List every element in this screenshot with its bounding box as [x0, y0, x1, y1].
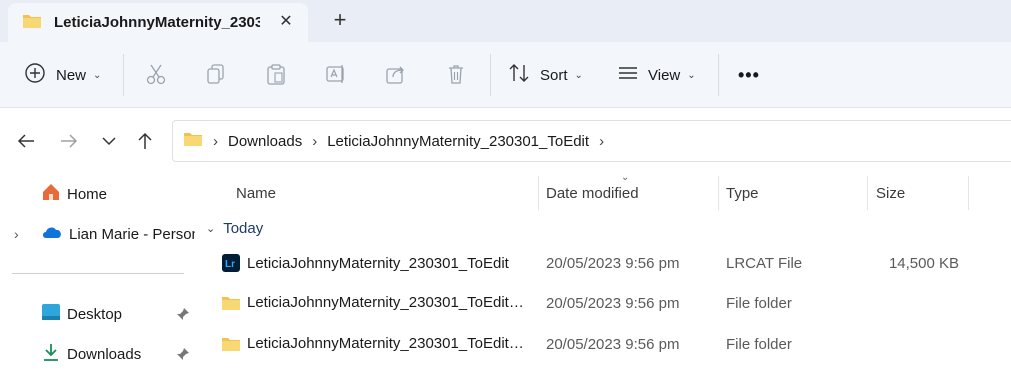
- column-header-size[interactable]: Size: [876, 176, 966, 210]
- column-divider[interactable]: [968, 176, 969, 210]
- divider: [12, 273, 184, 274]
- sort-icon: [508, 63, 530, 87]
- folder-icon: [221, 283, 241, 323]
- pin-icon[interactable]: [176, 347, 190, 361]
- file-name: LeticiaJohnnyMaternity_230301_ToEdit Sma…: [247, 294, 527, 311]
- divider: [718, 54, 719, 96]
- add-circle-icon: [24, 62, 46, 88]
- file-date: 20/05/2023 9:56 pm: [546, 254, 680, 272]
- sidebar-item-label: Lian Marie - Personal: [69, 225, 195, 243]
- back-arrow-icon[interactable]: [15, 130, 37, 152]
- chevron-right-icon[interactable]: ›: [14, 226, 28, 242]
- chevron-right-icon: ›: [213, 132, 218, 150]
- view-list-icon: [618, 65, 638, 85]
- chevron-right-icon: ›: [312, 132, 318, 150]
- new-button[interactable]: New ⌄: [24, 62, 101, 88]
- file-name: LeticiaJohnnyMaternity_230301_ToEdit: [247, 254, 509, 272]
- column-header-date[interactable]: Date modified: [546, 176, 716, 210]
- column-divider[interactable]: [538, 176, 539, 210]
- column-header-type[interactable]: Type: [726, 176, 866, 210]
- sidebar-item-downloads[interactable]: Downloads: [0, 340, 196, 368]
- tab-active[interactable]: LeticiaJohnnyMaternity_230301 ✕: [8, 3, 308, 42]
- column-header-name[interactable]: Name: [236, 176, 536, 210]
- view-label: View: [648, 66, 681, 84]
- file-name: LeticiaJohnnyMaternity_230301_ToEdit.lrc…: [247, 335, 527, 352]
- file-size: 14,500 KB: [888, 254, 959, 272]
- sidebar-item-label: Downloads: [67, 345, 142, 363]
- tab-title: LeticiaJohnnyMaternity_230301: [54, 14, 260, 31]
- file-size: [876, 324, 959, 364]
- svg-text:Lr: Lr: [225, 259, 235, 270]
- folder-icon: [221, 324, 241, 364]
- group-label: Today: [223, 219, 264, 237]
- file-type: File folder: [726, 335, 792, 353]
- chevron-down-icon: ⌄: [93, 69, 102, 81]
- sidebar-item-onedrive[interactable]: › Lian Marie - Personal: [0, 220, 196, 248]
- command-bar: New ⌄ Sort ⌄ View ⌄ •••: [0, 42, 1011, 108]
- forward-arrow-icon[interactable]: [58, 130, 80, 152]
- chevron-right-icon[interactable]: ›: [599, 133, 604, 150]
- sort-button[interactable]: Sort ⌄: [508, 62, 583, 88]
- divider: [123, 54, 124, 96]
- sidebar-item-desktop[interactable]: Desktop: [0, 300, 196, 328]
- tab-strip: LeticiaJohnnyMaternity_230301 ✕ +: [0, 0, 1011, 42]
- share-icon[interactable]: [384, 62, 408, 86]
- desktop-icon: [41, 303, 61, 325]
- file-type: LRCAT File: [726, 254, 803, 272]
- new-label: New: [56, 66, 87, 84]
- file-date: 20/05/2023 9:56 pm: [546, 294, 680, 312]
- close-icon[interactable]: ✕: [278, 14, 294, 30]
- address-bar[interactable]: › Downloads › LeticiaJohnnyMaternity_230…: [172, 120, 1011, 162]
- navigation-pane: Home › Lian Marie - Personal Desktop Dow…: [0, 172, 196, 383]
- file-size: [876, 283, 959, 323]
- divider: [490, 54, 491, 96]
- view-button[interactable]: View ⌄: [618, 62, 696, 88]
- rename-icon[interactable]: [324, 62, 348, 86]
- table-row[interactable]: Lr LeticiaJohnnyMaternity_230301_ToEdit …: [196, 243, 1011, 283]
- lightroom-icon: Lr: [222, 243, 240, 283]
- folder-icon: [183, 131, 203, 151]
- chevron-down-icon: ⌄: [206, 222, 216, 235]
- sidebar-item-label: Desktop: [67, 305, 123, 323]
- table-row[interactable]: LeticiaJohnnyMaternity_230301_ToEdit Sma…: [196, 283, 1011, 323]
- column-divider[interactable]: [718, 176, 719, 210]
- home-icon: [41, 182, 61, 206]
- file-list: Name ⌄ Date modified Type Size ⌄ Today L…: [196, 172, 1011, 383]
- sidebar-item-home[interactable]: Home: [0, 180, 196, 208]
- delete-icon[interactable]: [444, 62, 468, 86]
- table-row[interactable]: LeticiaJohnnyMaternity_230301_ToEdit.lrc…: [196, 324, 1011, 364]
- download-arrow-icon: [41, 342, 61, 366]
- file-type: File folder: [726, 294, 792, 312]
- folder-icon: [22, 13, 42, 33]
- column-divider[interactable]: [867, 176, 868, 210]
- up-arrow-icon[interactable]: [134, 130, 156, 152]
- more-options-button[interactable]: •••: [738, 62, 760, 88]
- recent-locations-chevron-icon[interactable]: [98, 130, 120, 152]
- file-date: 20/05/2023 9:56 pm: [546, 335, 680, 353]
- sort-label: Sort: [540, 66, 568, 84]
- chevron-down-icon: ⌄: [574, 69, 583, 81]
- breadcrumb-downloads[interactable]: Downloads: [228, 133, 302, 150]
- chevron-down-icon: ⌄: [687, 69, 696, 81]
- group-header-today[interactable]: ⌄ Today: [206, 218, 263, 238]
- cut-icon[interactable]: [144, 62, 168, 86]
- navigation-row: › Downloads › LeticiaJohnnyMaternity_230…: [0, 108, 1011, 172]
- sidebar-item-label: Home: [67, 185, 108, 203]
- plus-icon[interactable]: +: [330, 9, 350, 31]
- pin-icon[interactable]: [176, 307, 190, 321]
- breadcrumb-current-folder[interactable]: LeticiaJohnnyMaternity_230301_ToEdit: [327, 133, 589, 150]
- copy-icon[interactable]: [204, 62, 228, 86]
- cloud-icon: [41, 225, 63, 243]
- paste-icon[interactable]: [264, 62, 288, 86]
